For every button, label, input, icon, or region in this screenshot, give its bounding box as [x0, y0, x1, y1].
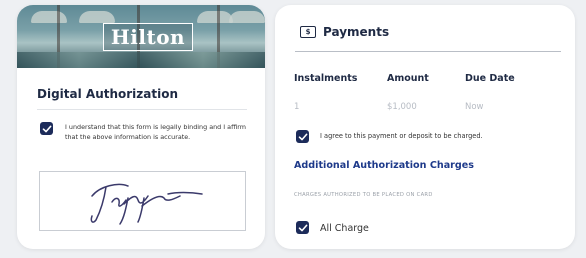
logo-text: Hilton: [110, 25, 186, 49]
column-header-amount: Amount: [387, 73, 429, 84]
header-divider: [295, 51, 561, 52]
payments-card: $ Payments Instalments Amount Due Date 1…: [275, 5, 575, 249]
check-icon: [298, 224, 307, 231]
divider: [37, 109, 247, 110]
signature-drawing: [90, 183, 203, 225]
hotel-hero-image: Hilton: [17, 5, 265, 68]
payments-title: Payments: [323, 25, 390, 39]
digital-authorization-card: Hilton Digital Authorization I understan…: [17, 5, 265, 249]
instalments-value: 1: [294, 102, 300, 112]
additional-charges-title: Additional Authorization Charges: [294, 160, 474, 171]
amount-value: $1,000: [387, 102, 417, 112]
all-charge-label: All Charge: [320, 223, 369, 234]
due-date-value: Now: [465, 102, 484, 112]
check-icon: [298, 133, 307, 140]
payments-header: $ Payments: [300, 25, 389, 39]
agree-checkbox[interactable]: [296, 130, 309, 143]
charges-label: CHARGES AUTHORIZED TO BE PLACED ON CARD: [294, 192, 433, 198]
column-header-instalments: Instalments: [294, 73, 358, 84]
hilton-logo: Hilton: [103, 23, 193, 51]
dollar-bill-icon: $: [300, 26, 316, 38]
all-charge-checkbox[interactable]: [296, 221, 309, 234]
column-header-due-date: Due Date: [465, 73, 515, 84]
agree-text: I agree to this payment or deposit to be…: [320, 132, 483, 140]
signature-box[interactable]: [39, 171, 246, 231]
consent-text: I understand that this form is legally b…: [65, 123, 246, 141]
card-title: Digital Authorization: [37, 87, 179, 101]
check-icon: [42, 125, 51, 132]
consent-checkbox[interactable]: [40, 122, 53, 135]
